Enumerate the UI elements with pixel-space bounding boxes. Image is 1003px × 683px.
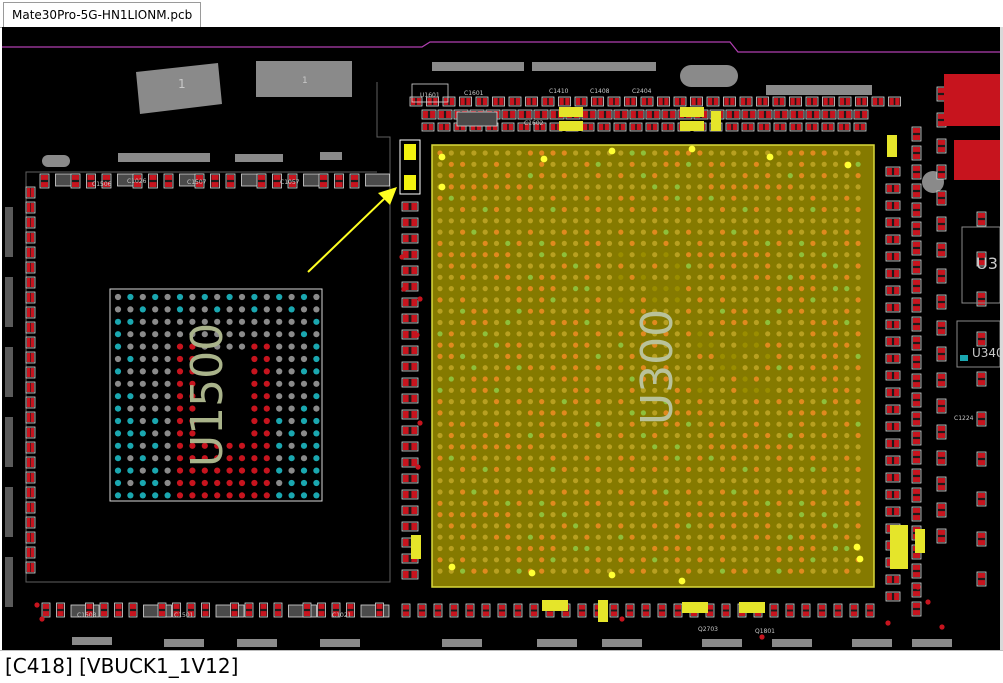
label-u3: U3	[976, 254, 998, 273]
label-c1021: C1021	[332, 612, 352, 619]
gray-module-label-2: 1	[302, 76, 308, 86]
gray-module-label-1: 1	[178, 77, 186, 91]
label-c1408: C1408	[590, 88, 610, 95]
label-c2404: C2404	[632, 88, 652, 95]
u1500-label: U1500	[182, 323, 233, 467]
status-selection-text: [C418] [VBUCK1_1V12]	[5, 654, 239, 678]
label-c1602: C1602	[524, 120, 544, 127]
board-outline	[2, 41, 1000, 53]
label-c1501: C1501	[174, 612, 194, 619]
pcb-board-svg[interactable]: 1 1 U300 U1500 C1506 C1026 C1507 C1057U1…	[2, 27, 1000, 650]
label-c1057: C1057	[280, 179, 300, 186]
label-u340: U340	[972, 346, 1000, 360]
label-c1507: C1507	[187, 179, 207, 186]
document-tab-bar: Mate30Pro-5G-HN1LIONM.pcb	[0, 0, 1003, 28]
label-q1801: Q1801	[755, 628, 775, 635]
status-bar: [C418] [VBUCK1_1V12]	[0, 650, 1003, 683]
u300-label: U300	[632, 309, 683, 425]
right-edge-parts	[944, 74, 1000, 368]
document-tab[interactable]: Mate30Pro-5G-HN1LIONM.pcb	[3, 2, 202, 27]
label-c1224: C1224	[954, 415, 974, 422]
label-c1026: C1026	[127, 178, 147, 185]
label-c1503: C1503	[77, 612, 97, 619]
label-c1506: C1506	[92, 181, 112, 188]
label-q2703: Q2703	[698, 626, 718, 633]
label-u1601: U1601	[420, 92, 440, 99]
selection-arrow	[307, 187, 397, 273]
pcb-board-canvas[interactable]: 1 1 U300 U1500 C1506 C1026 C1507 C1057 U…	[2, 27, 1000, 650]
label-c1601: C1601	[464, 90, 484, 97]
label-c1410: C1410	[549, 88, 569, 95]
